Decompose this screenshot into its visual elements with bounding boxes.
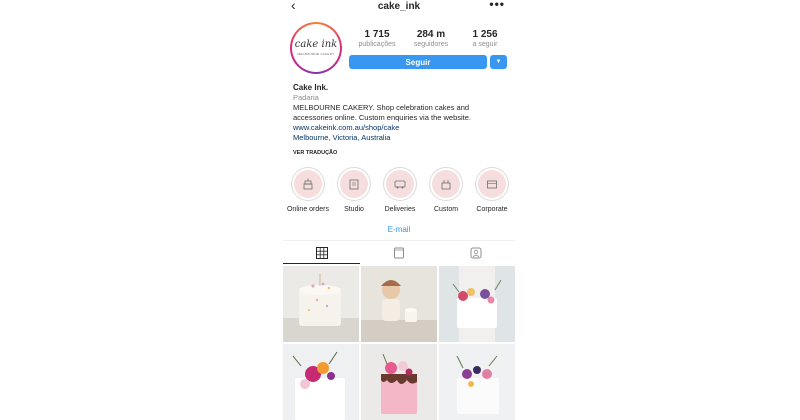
box-icon	[478, 170, 506, 198]
see-translation-link[interactable]: VER TRADUÇÃO	[293, 150, 337, 156]
profile-username: cake_ink	[377, 1, 421, 12]
highlight-ring	[475, 167, 509, 201]
posts-grid	[283, 266, 515, 420]
profile-stats: 1 715 publicações 284 m seguidores 1 256…	[351, 29, 511, 49]
tab-tagged[interactable]	[438, 242, 515, 264]
post-thumbnail[interactable]	[361, 344, 437, 420]
story-highlights: Online orders Studio Deliveries Custom C…	[286, 167, 514, 213]
tab-igtv[interactable]	[360, 242, 437, 264]
highlight-label: Custom	[433, 206, 459, 213]
profile-category: Padaria	[293, 93, 319, 102]
tab-grid[interactable]	[283, 242, 360, 264]
stat-following-label: a seguir	[472, 41, 498, 48]
email-button[interactable]: E-mail	[283, 225, 515, 234]
stat-followers[interactable]: 284 m seguidores	[405, 29, 457, 49]
tagged-icon	[470, 247, 482, 259]
logo-text: cake ink	[294, 39, 338, 50]
post-thumbnail[interactable]	[439, 266, 515, 342]
stat-posts[interactable]: 1 715 publicações	[351, 29, 403, 49]
van-icon	[386, 170, 414, 198]
highlight-ring	[291, 167, 325, 201]
grid-icon	[315, 247, 328, 259]
custom-cake-icon	[432, 170, 460, 198]
stat-followers-label: seguidores	[413, 41, 449, 48]
highlight-ring	[337, 167, 371, 201]
highlight-label: Deliveries	[384, 206, 416, 213]
active-tab-indicator	[283, 263, 360, 264]
highlight-ring	[383, 167, 417, 201]
divider	[283, 240, 515, 241]
stat-following[interactable]: 1 256 a seguir	[459, 29, 511, 49]
profile-bio: Cake Ink. Padaria MELBOURNE CAKERY. Shop…	[293, 83, 511, 143]
profile-tabs	[283, 242, 515, 264]
caret-down-icon[interactable]: ▼	[490, 55, 507, 69]
highlight-ring	[429, 167, 463, 201]
highlight-label: Online orders	[286, 206, 330, 213]
stat-posts-label: publicações	[358, 41, 396, 48]
studio-icon	[340, 170, 368, 198]
highlight-online-orders[interactable]: Online orders	[286, 167, 330, 213]
top-bar: ‹ cake_ink •••	[283, 0, 515, 14]
profile-name: Cake Ink.	[293, 83, 329, 92]
profile-screen: ‹ cake_ink ••• cake ink MELBOURNE CAKERY…	[283, 0, 515, 420]
post-thumbnail[interactable]	[439, 344, 515, 420]
stat-posts-value: 1 715	[364, 29, 390, 40]
cake-icon	[294, 170, 322, 198]
post-thumbnail[interactable]	[283, 344, 359, 420]
avatar-logo: cake ink MELBOURNE CAKERY	[292, 24, 340, 72]
follow-button[interactable]: Seguir	[349, 55, 487, 69]
highlight-label: Studio	[344, 206, 364, 213]
location-link[interactable]: Melbourne, Victoria, Australia	[293, 133, 511, 143]
highlight-deliveries[interactable]: Deliveries	[378, 167, 422, 213]
avatar[interactable]: cake ink MELBOURNE CAKERY	[290, 22, 342, 74]
highlight-studio[interactable]: Studio	[332, 167, 376, 213]
stat-followers-value: 284 m	[416, 29, 446, 40]
post-thumbnail[interactable]	[283, 266, 359, 342]
bio-line-1: MELBOURNE CAKERY. Shop celebration cakes…	[293, 103, 470, 112]
more-horizontal-icon[interactable]: •••	[489, 0, 505, 11]
highlight-corporate[interactable]: Corporate	[470, 167, 514, 213]
bio-line-2: accessories online. Custom enquiries via…	[293, 113, 472, 122]
highlight-label: Corporate	[476, 206, 508, 213]
tv-icon	[393, 247, 404, 259]
website-link[interactable]: www.cakeink.com.au/shop/cake	[293, 123, 511, 133]
post-thumbnail[interactable]	[361, 266, 437, 342]
highlight-custom[interactable]: Custom	[424, 167, 468, 213]
logo-subtext: MELBOURNE CAKERY	[297, 52, 335, 56]
stat-following-value: 1 256	[472, 29, 498, 40]
